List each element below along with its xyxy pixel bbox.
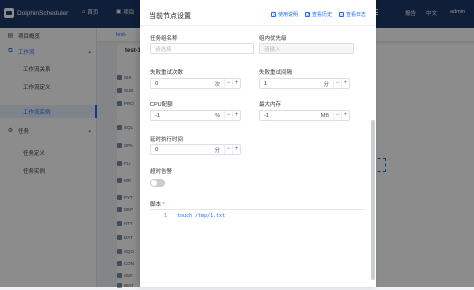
drawer-header-links: ? 使用说明 ↺ 查看历史 ≡ 查看日志 [270,11,366,18]
minus-icon[interactable]: − [333,79,341,88]
cpu-quota-stepper[interactable]: -1 % − + [150,110,241,121]
instructions-link[interactable]: ? 使用说明 [270,11,298,18]
history-icon: ↺ [304,12,310,17]
required-mark: * [162,202,165,208]
drawer-title: 当前节点设置 [149,13,191,20]
plus-icon[interactable]: + [232,79,240,88]
plus-icon[interactable]: + [232,145,240,154]
script-label: 脚本 * [150,202,165,208]
priority-label: 组内优先级 [259,36,287,42]
cpu-quota-label: CPU配额 [150,102,173,108]
retry-times-label: 失败重试次数 [150,70,184,76]
script-code-line[interactable]: touch /tmp/1.txt [177,213,225,219]
priority-input[interactable]: 请输入 [259,43,354,54]
timeout-alarm-label: 超时告警 [150,169,173,175]
max-memory-label: 最大内存 [259,102,282,108]
delay-time-stepper[interactable]: 0 分 − + [150,144,241,155]
header-divider [140,25,376,26]
view-history-link[interactable]: ↺ 查看历史 [304,11,332,18]
timeout-alarm-toggle[interactable] [150,179,165,187]
minus-icon[interactable]: − [224,79,232,88]
delay-time-label: 延时执行时间 [150,137,184,143]
task-group-label: 任务组名称 [150,36,178,42]
view-log-link[interactable]: ≡ 查看日志 [338,11,366,18]
minus-icon[interactable]: − [224,145,232,154]
minus-icon[interactable]: − [224,111,232,120]
drawer-scrollbar[interactable] [371,120,375,280]
task-group-select[interactable]: 请选择 [150,43,254,54]
log-icon: ≡ [338,12,344,17]
plus-icon[interactable]: + [232,111,240,120]
max-memory-stepper[interactable]: -1 MB − + [259,110,350,121]
retry-times-stepper[interactable]: 0 次 − + [150,78,241,89]
minus-icon[interactable]: − [333,111,341,120]
question-icon: ? [270,12,276,17]
line-number: 1 [164,213,168,219]
script-editor[interactable]: 1 touch /tmp/1.txt [150,209,366,259]
retry-interval-stepper[interactable]: 1 分 − + [259,78,350,89]
plus-icon[interactable]: + [341,79,349,88]
retry-interval-label: 失败重试间隔 [259,70,293,76]
plus-icon[interactable]: + [341,111,349,120]
